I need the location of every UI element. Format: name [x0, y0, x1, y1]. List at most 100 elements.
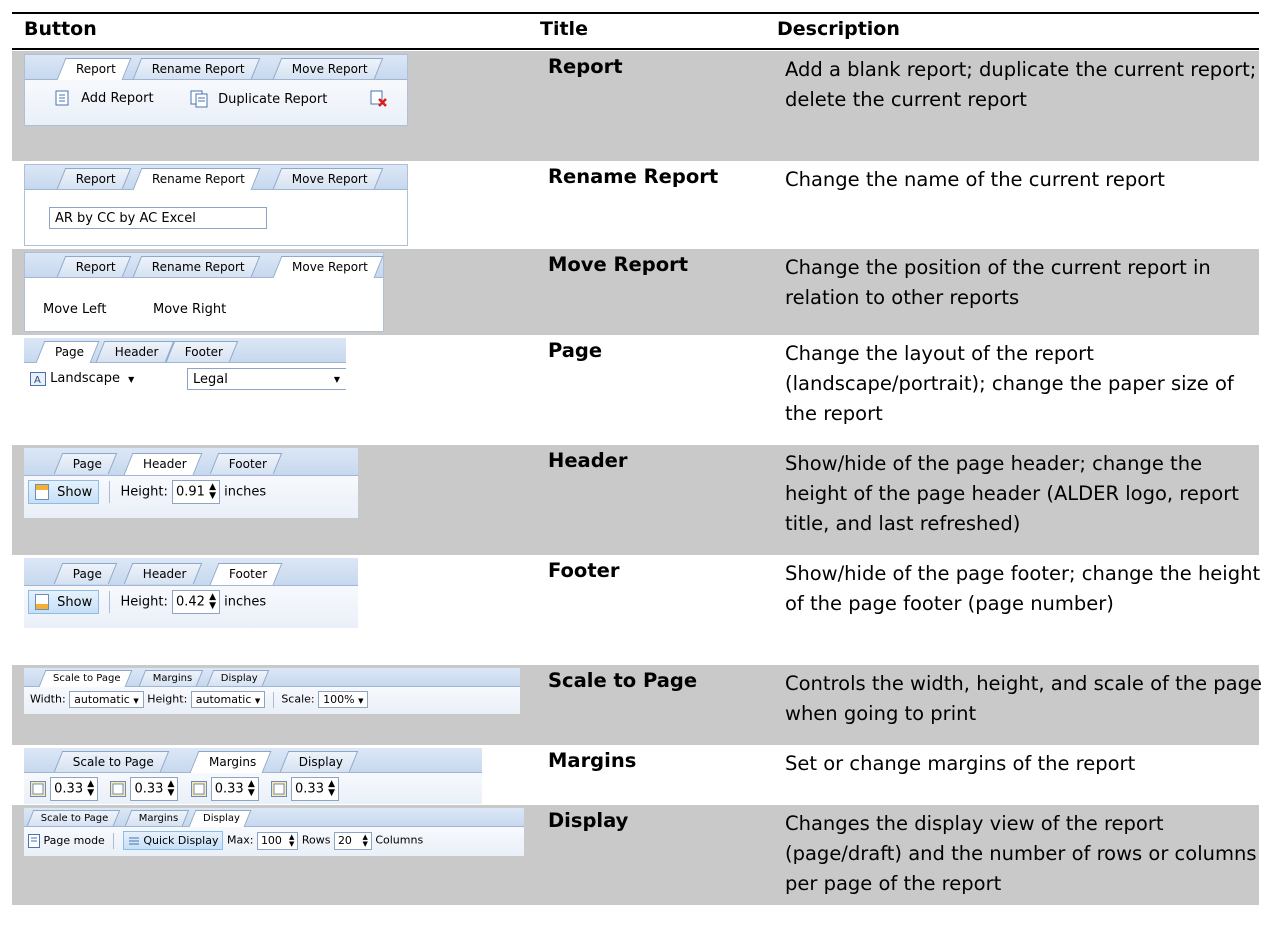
spinner-arrows-icon[interactable]: ▲ ▼: [168, 780, 175, 798]
tab-header[interactable]: Header: [123, 453, 203, 475]
tab-scale-to-page[interactable]: Scale to Page: [53, 751, 170, 772]
row-description: Add a blank report; duplicate the curren…: [785, 58, 1257, 111]
tab-scale-to-page[interactable]: Scale to Page: [38, 670, 132, 687]
row-description: Change the position of the current repor…: [785, 256, 1211, 309]
ribbon-body: Add Report Duplicate Report: [25, 80, 407, 125]
tab-report[interactable]: Report: [56, 168, 132, 189]
spinner-arrows-icon[interactable]: ▲ ▼: [362, 833, 367, 848]
tab-footer[interactable]: Footer: [209, 563, 283, 585]
row-description: Show/hide of the page header; change the…: [785, 452, 1239, 535]
table-row: Report Rename Report Move Report Add Rep…: [12, 51, 1259, 161]
spinner-arrows-icon[interactable]: ▲ ▼: [328, 780, 335, 798]
tab-page[interactable]: Page: [53, 563, 118, 584]
tab-rename-report[interactable]: Rename Report: [132, 256, 261, 277]
row-title: Footer: [548, 559, 620, 582]
tab-scale-to-page[interactable]: Scale to Page: [26, 810, 120, 826]
tab-report[interactable]: Report: [56, 256, 132, 277]
paper-size-select[interactable]: Legal ▼: [187, 368, 346, 390]
unit-label: inches: [224, 484, 267, 500]
show-footer-toggle[interactable]: Show: [28, 590, 100, 614]
table-row: Report Rename Report Move Report AR by C…: [12, 161, 1259, 249]
height-label: Height:: [120, 484, 168, 500]
chevron-down-icon: ▼: [358, 697, 364, 705]
margin-controls: 0.33 ▲ ▼ 0.33 ▲ ▼ 0.33 ▲ ▼ 0.33 ▲ ▼: [30, 777, 340, 801]
tab-margins[interactable]: Margins: [124, 810, 190, 826]
spinner-arrows-icon[interactable]: ▲ ▼: [289, 833, 294, 848]
show-header-toggle[interactable]: Show: [28, 480, 100, 504]
header-height-spinner[interactable]: 0.91 ▲ ▼: [172, 480, 221, 504]
orientation-dropdown[interactable]: A Landscape ▼: [30, 371, 134, 386]
scale-select[interactable]: 100% ▼: [318, 691, 369, 708]
tab-page[interactable]: Page: [35, 341, 100, 363]
margin-right-spinner[interactable]: 0.33 ▲ ▼: [291, 777, 340, 801]
row-title: Page: [548, 339, 603, 362]
move-left-button[interactable]: Move Left: [43, 302, 106, 317]
ribbon-move-report: Report Rename Report Move Report Move Le…: [24, 252, 384, 332]
width-select[interactable]: automatic ▼: [69, 691, 144, 708]
table-top-rule: [12, 12, 1259, 14]
ribbon-tabbar: Report Rename Report Move Report: [25, 165, 407, 190]
page-mode-button[interactable]: Page mode: [28, 833, 108, 848]
tab-margins[interactable]: Margins: [189, 751, 272, 773]
tab-footer[interactable]: Footer: [165, 341, 239, 362]
max-spinner[interactable]: 100 ▲ ▼: [256, 831, 299, 850]
delete-report-button[interactable]: [370, 90, 388, 108]
spinner-arrows-icon[interactable]: ▲ ▼: [209, 593, 216, 611]
tab-rename-report[interactable]: Rename Report: [132, 168, 261, 190]
quick-display-icon: [128, 837, 139, 845]
tab-header[interactable]: Header: [95, 341, 174, 362]
margin-bottom-spinner[interactable]: 0.33 ▲ ▼: [130, 777, 179, 801]
ribbon-body: Show Height: 0.91 ▲ ▼ inches: [24, 476, 358, 518]
footer-page-icon: [35, 594, 49, 610]
margin-top-spinner[interactable]: 0.33 ▲ ▼: [50, 777, 99, 801]
margin-right-icon: [270, 781, 287, 797]
ribbon-report: Report Rename Report Move Report Add Rep…: [24, 54, 408, 126]
margin-bottom-icon: [110, 781, 127, 797]
table-row: Scale to Page Margins Display Width: aut…: [12, 665, 1262, 745]
unit-label: inches: [224, 594, 267, 610]
row-title: Report: [548, 55, 623, 78]
table-row: Scale to Page Margins Display 0.33 ▲ ▼ 0.…: [12, 745, 1259, 805]
ribbon-tabbar: Report Rename Report Move Report: [25, 55, 407, 80]
spinner-arrows-icon[interactable]: ▲ ▼: [248, 780, 255, 798]
tab-report[interactable]: Report: [56, 58, 132, 80]
tab-header[interactable]: Header: [123, 563, 202, 584]
tab-rename-report[interactable]: Rename Report: [132, 58, 261, 79]
header-title: Title: [540, 18, 588, 40]
tab-display[interactable]: Display: [206, 670, 270, 686]
height-select[interactable]: automatic ▼: [190, 691, 266, 708]
width-label: Width:: [30, 692, 66, 706]
move-right-button[interactable]: Move Right: [153, 302, 226, 317]
tab-move-report[interactable]: Move Report: [272, 58, 384, 79]
tab-margins[interactable]: Margins: [138, 670, 204, 686]
footer-height-spinner[interactable]: 0.42 ▲ ▼: [172, 590, 221, 614]
quick-display-toggle[interactable]: Quick Display: [122, 831, 224, 850]
tab-page[interactable]: Page: [53, 453, 118, 474]
duplicate-report-button[interactable]: Duplicate Report: [190, 90, 327, 108]
tab-footer[interactable]: Footer: [209, 453, 283, 474]
chevron-down-icon: ▼: [254, 697, 261, 705]
margin-left-spinner[interactable]: 0.33 ▲ ▼: [210, 777, 259, 801]
tab-display[interactable]: Display: [188, 810, 252, 827]
report-name-input[interactable]: AR by CC by AC Excel: [49, 207, 267, 229]
landscape-icon: A: [30, 371, 46, 386]
row-title: Margins: [548, 749, 637, 772]
row-title: Rename Report: [548, 165, 719, 188]
table-row: Page Header Footer Show Height: 0.91 ▲ ▼ …: [12, 445, 1259, 555]
ribbon-margins: Scale to Page Margins Display 0.33 ▲ ▼ 0.…: [24, 748, 482, 804]
header-controls: Show Height: 0.91 ▲ ▼ inches: [28, 480, 266, 504]
ribbon-body: Page mode Quick Display Max: 100 ▲ ▼ Rows…: [24, 827, 524, 856]
tab-move-report[interactable]: Move Report: [272, 256, 383, 278]
ribbon-tabbar: Page Header Footer: [24, 338, 346, 363]
add-report-button[interactable]: Add Report: [55, 90, 154, 106]
row-title: Scale to Page: [548, 669, 698, 692]
tab-display[interactable]: Display: [279, 751, 359, 772]
ribbon-tabbar: Scale to Page Margins Display: [24, 668, 520, 687]
row-description: Set or change margins of the report: [785, 752, 1136, 775]
spinner-arrows-icon[interactable]: ▲ ▼: [87, 780, 94, 798]
footer-controls: Show Height: 0.42 ▲ ▼ inches: [28, 590, 266, 614]
tab-move-report[interactable]: Move Report: [272, 168, 384, 189]
spinner-arrows-icon[interactable]: ▲ ▼: [209, 483, 216, 501]
ribbon-body: Move Left Move Right: [25, 278, 383, 331]
rows-spinner[interactable]: 20 ▲ ▼: [333, 831, 372, 850]
